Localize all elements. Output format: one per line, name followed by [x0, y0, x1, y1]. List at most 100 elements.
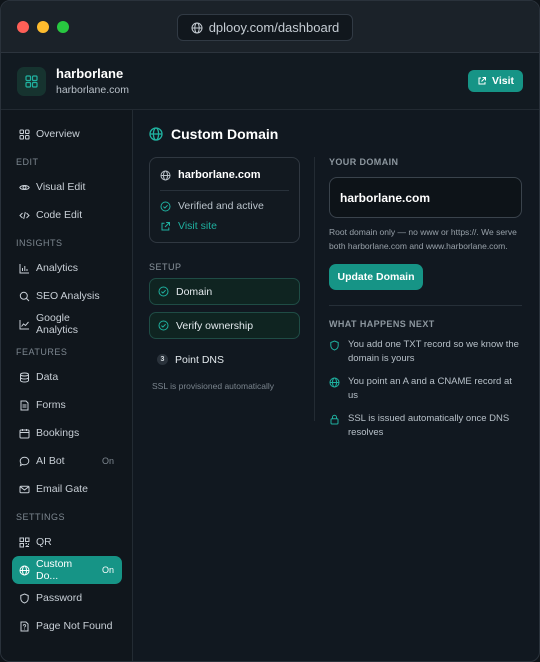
card-domain-row: harborlane.com — [160, 169, 289, 181]
globe-icon — [329, 377, 340, 388]
site-header: harborlane harborlane.com Visit — [1, 53, 539, 110]
browser-window: dplooy.com/dashboard harborlane harborla… — [0, 0, 540, 662]
sidebar-group-label: EDIT — [16, 157, 39, 167]
grid-icon — [19, 129, 30, 139]
sidebar-item-label: AI Bot — [36, 455, 65, 467]
sidebar-group-label: FEATURES — [16, 347, 68, 357]
domain-help-text: Root domain only — no www or https://. W… — [329, 227, 517, 251]
shield-icon — [20, 592, 29, 604]
sidebar-item-label: Email Gate — [36, 483, 88, 495]
check-circle-icon — [160, 201, 171, 211]
chat-bubble-icon — [19, 456, 30, 466]
sidebar-item-forms[interactable]: Forms — [1, 391, 122, 419]
check-circle-icon — [158, 286, 169, 297]
sidebar-item-ai-bot[interactable]: AI Bot On — [1, 447, 122, 475]
step-point-dns[interactable]: 3 Point DNS — [149, 346, 300, 373]
calendar-icon — [19, 428, 30, 438]
file-question-icon — [20, 621, 29, 631]
maximize-window-button[interactable] — [57, 20, 69, 33]
sidebar-item-label: Custom Do... — [36, 558, 73, 582]
sidebar-item-label: Google Analytics — [36, 312, 79, 336]
sidebar-item-label: Overview — [36, 128, 80, 140]
sidebar-item-label: Forms — [36, 399, 66, 411]
next-steps-label: WHAT HAPPENS NEXT — [329, 319, 435, 329]
step-label: Domain — [176, 285, 213, 298]
grid-icon — [25, 74, 38, 88]
site-info: harborlane harborlane.com — [56, 66, 129, 96]
qr-code-icon — [19, 537, 30, 547]
database-icon — [20, 372, 29, 383]
mail-icon — [19, 485, 30, 493]
domain-input[interactable]: harborlane.com — [329, 177, 522, 218]
external-link-icon — [478, 77, 487, 85]
sidebar-item-label: Page Not Found — [36, 620, 113, 632]
step-domain[interactable]: Domain — [149, 278, 300, 305]
sidebar-group-label: INSIGHTS — [16, 238, 63, 248]
site-name: harborlane — [56, 66, 124, 81]
sidebar-item-password[interactable]: Password — [1, 584, 122, 612]
visit-button[interactable]: Visit — [468, 70, 523, 92]
domain-status-card: harborlane.com Verified and active Visit… — [149, 157, 300, 243]
globe-icon — [149, 127, 163, 141]
sidebar-group-label: SETTINGS — [16, 512, 66, 522]
eye-icon — [19, 184, 30, 190]
lock-icon — [330, 414, 339, 425]
sidebar-item-qr[interactable]: QR — [1, 528, 122, 556]
code-icon — [19, 211, 30, 219]
sidebar-item-email-gate[interactable]: Email Gate — [1, 475, 122, 503]
divider — [329, 305, 522, 306]
minimize-window-button[interactable] — [37, 20, 49, 33]
sidebar-item-label: Password — [36, 592, 83, 604]
sidebar-item-seo-analysis[interactable]: SEO Analysis — [1, 282, 122, 310]
page-title: Custom Domain — [149, 126, 522, 142]
card-domain: harborlane.com — [178, 169, 261, 181]
sidebar-item-label: Data — [36, 371, 59, 383]
next-step-text: You add one TXT record so we know the do… — [348, 339, 519, 364]
next-step-text: SSL is issued automatically once DNS res… — [348, 413, 510, 438]
title-bar: dplooy.com/dashboard — [1, 1, 539, 53]
page-title-text: Custom Domain — [171, 126, 279, 142]
sidebar-item-analytics[interactable]: Analytics — [1, 254, 122, 282]
ssl-note: SSL is provisioned automatically — [152, 381, 275, 391]
check-circle-icon — [158, 320, 169, 331]
next-step-text: You point an A and a CNAME record at us — [348, 376, 512, 401]
sidebar-item-page-not-found[interactable]: Page Not Found — [1, 612, 122, 640]
sidebar-item-label: QR — [36, 536, 52, 548]
sidebar-item-bookings[interactable]: Bookings — [1, 419, 122, 447]
external-link-icon — [161, 221, 170, 230]
sidebar-item-label: Visual Edit — [36, 181, 86, 193]
divider — [160, 190, 289, 191]
bar-chart-icon — [19, 263, 29, 273]
sidebar-item-overview[interactable]: Overview — [1, 120, 122, 148]
step-verify-ownership[interactable]: Verify ownership — [149, 312, 300, 339]
globe-icon — [160, 170, 171, 180]
step-number: 3 — [157, 354, 168, 365]
sidebar-item-visual-edit[interactable]: Visual Edit — [1, 173, 122, 201]
visit-site-link[interactable]: Visit site — [160, 220, 289, 232]
setup-column: harborlane.com Verified and active Visit… — [149, 157, 300, 440]
globe-icon — [19, 565, 30, 575]
close-window-button[interactable] — [17, 20, 29, 33]
next-step-item: You add one TXT record so we know the do… — [329, 338, 522, 366]
sidebar-item-custom-domain[interactable]: Custom Do... On — [12, 556, 122, 584]
sidebar-item-label: Code Edit — [36, 209, 83, 221]
address-bar[interactable]: dplooy.com/dashboard — [177, 14, 353, 41]
site-logo — [17, 66, 46, 96]
domain-form: YOUR DOMAIN harborlane.com Root domain o… — [315, 157, 522, 440]
sidebar-item-data[interactable]: Data — [1, 363, 122, 391]
window-controls — [17, 20, 69, 33]
step-label: Verify ownership — [176, 319, 254, 332]
sidebar-item-label: Analytics — [36, 262, 79, 274]
next-step-item: SSL is issued automatically once DNS res… — [329, 412, 522, 440]
sidebar-item-label: SEO Analysis — [36, 290, 100, 302]
next-step-item: You point an A and a CNAME record at us — [329, 375, 522, 403]
update-domain-button[interactable]: Update Domain — [329, 264, 423, 290]
sidebar-item-code-edit[interactable]: Code Edit — [1, 201, 122, 229]
shield-icon — [330, 340, 339, 351]
sidebar: Overview EDIT Visual Edit Code Edit INSI… — [1, 110, 133, 661]
globe-icon — [191, 22, 203, 33]
site-url: harborlane.com — [56, 84, 129, 96]
sidebar-item-google-analytics[interactable]: Google Analytics — [1, 310, 122, 338]
step-label: Point DNS — [175, 353, 225, 366]
status-badge: On — [101, 565, 114, 575]
